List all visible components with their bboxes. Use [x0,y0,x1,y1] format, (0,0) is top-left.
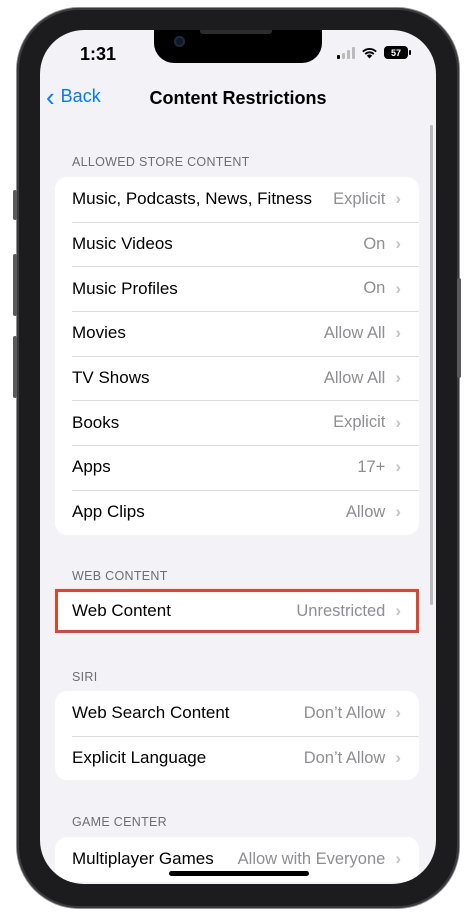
row-music-profiles[interactable]: Music Profiles On › [55,266,419,311]
row-value: Unrestricted [296,601,386,620]
chevron-right-icon: › [395,412,401,432]
row-web-search-content[interactable]: Web Search Content Don’t Allow › [55,691,419,736]
page-title: Content Restrictions [149,88,327,108]
row-label: Music Videos [72,234,173,254]
row-label: Multiplayer Games [72,849,214,869]
home-indicator[interactable] [169,871,309,876]
row-label: Explicit Language [72,748,207,768]
chevron-right-icon: › [395,502,401,522]
chevron-right-icon: › [395,189,401,209]
row-music-videos[interactable]: Music Videos On › [55,221,419,267]
chevron-right-icon: › [395,601,401,620]
row-value: Explicit [333,189,386,208]
power-button [457,278,461,378]
chevron-right-icon: › [395,748,401,768]
row-value: Allow [345,502,386,521]
chevron-right-icon: › [395,234,401,254]
row-tv-shows[interactable]: TV Shows Allow All › [55,355,419,401]
row-value: Allow with Everyone [237,849,386,868]
row-value: On [363,234,386,253]
row-label: Web Content [72,601,171,620]
action-button [13,190,17,220]
section-header-siri: SIRI [72,670,98,684]
row-value: Don’t Allow [303,748,386,767]
row-label: Movies [72,323,126,343]
chevron-right-icon: › [395,703,401,723]
section-header-game-center: GAME CENTER [72,815,167,829]
navigation-bar: ‹ Back Content Restrictions [40,82,436,118]
web-content-group: Web Content Unrestricted › [55,590,419,632]
scrollbar[interactable] [430,125,433,605]
notch [154,30,322,63]
row-label: Apps [72,457,111,477]
row-value: Explicit [333,413,386,432]
row-label: TV Shows [72,368,150,388]
siri-group: Web Search Content Don’t Allow › Explici… [55,691,419,781]
row-movies[interactable]: Movies Allow All › [55,311,419,356]
wifi-icon [362,48,377,59]
volume-up-button [13,254,17,316]
screen: 1:31 57 ‹ Back Content Restrictions ALLO… [40,30,436,884]
row-label: Music Profiles [72,278,178,298]
row-value: 17+ [357,457,386,476]
chevron-right-icon: › [395,457,401,477]
chevron-right-icon: › [395,368,401,388]
camera-icon [174,36,185,47]
chevron-right-icon: › [395,278,401,298]
status-time: 1:31 [80,44,117,64]
section-header-store: ALLOWED STORE CONTENT [72,155,250,169]
row-explicit-language[interactable]: Explicit Language Don’t Allow › [55,735,419,781]
row-label: App Clips [72,502,145,522]
section-header-web: WEB CONTENT [72,569,168,583]
row-books[interactable]: Books Explicit › [55,400,419,445]
store-content-group: Music, Podcasts, News, Fitness Explicit … [55,177,419,535]
row-app-clips[interactable]: App Clips Allow › [55,489,419,535]
row-label: Web Search Content [72,703,230,723]
chevron-right-icon: › [395,323,401,343]
speaker [200,30,272,34]
row-web-content[interactable]: Web Content Unrestricted › [55,590,419,632]
volume-down-button [13,336,17,398]
row-value: Allow All [323,368,386,387]
row-value: On [363,279,386,298]
row-value: Don’t Allow [303,703,386,722]
cellular-signal-icon [337,46,355,59]
row-music-podcasts[interactable]: Music, Podcasts, News, Fitness Explicit … [55,177,419,222]
row-apps[interactable]: Apps 17+ › [55,445,419,490]
row-label: Books [72,412,120,432]
row-value: Allow All [323,323,386,342]
chevron-right-icon: › [395,849,401,869]
row-label: Music, Podcasts, News, Fitness [72,189,312,209]
status-icons: 57 [337,46,411,59]
battery-icon: 57 [384,46,411,59]
